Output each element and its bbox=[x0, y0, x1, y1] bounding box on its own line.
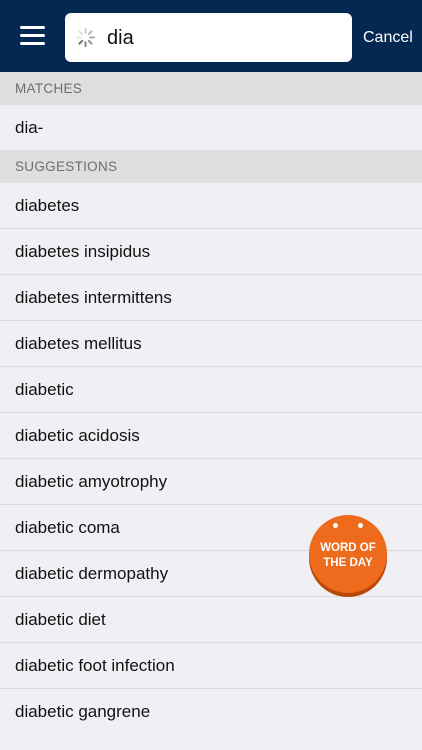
calendar-ring-left bbox=[333, 523, 338, 528]
list-item[interactable]: diabetes intermittens bbox=[0, 275, 422, 321]
list-item[interactable]: diabetic foot infection bbox=[0, 643, 422, 689]
section-header-matches: MATCHES bbox=[0, 72, 422, 105]
list-item[interactable]: diabetic gangrene bbox=[0, 689, 422, 735]
top-bar: Cancel bbox=[0, 0, 422, 72]
list-item[interactable]: diabetic acidosis bbox=[0, 413, 422, 459]
list-item[interactable]: diabetic amyotrophy bbox=[0, 459, 422, 505]
calendar-badge-icon: WORD OF THE DAY bbox=[309, 515, 387, 593]
calendar-ring-right bbox=[358, 523, 363, 528]
cancel-button[interactable]: Cancel bbox=[363, 28, 413, 48]
list-item[interactable]: diabetic bbox=[0, 367, 422, 413]
list-item[interactable]: diabetes bbox=[0, 183, 422, 229]
label-line-2: THE DAY bbox=[323, 557, 373, 569]
label-line-1: WORD OF bbox=[320, 542, 376, 554]
word-of-the-day-button[interactable]: WORD OF THE DAY bbox=[309, 515, 389, 597]
word-of-the-day-label: WORD OF THE DAY bbox=[309, 541, 387, 571]
loading-spinner-icon bbox=[75, 27, 96, 48]
section-header-suggestions: SUGGESTIONS bbox=[0, 150, 422, 183]
search-box[interactable] bbox=[65, 13, 352, 62]
hamburger-menu-icon[interactable] bbox=[20, 26, 45, 46]
search-input[interactable] bbox=[107, 25, 337, 51]
list-item[interactable]: diabetic diet bbox=[0, 597, 422, 643]
list-item[interactable]: diabetes insipidus bbox=[0, 229, 422, 275]
list-item[interactable]: dia- bbox=[0, 105, 422, 151]
list-item[interactable]: diabetes mellitus bbox=[0, 321, 422, 367]
